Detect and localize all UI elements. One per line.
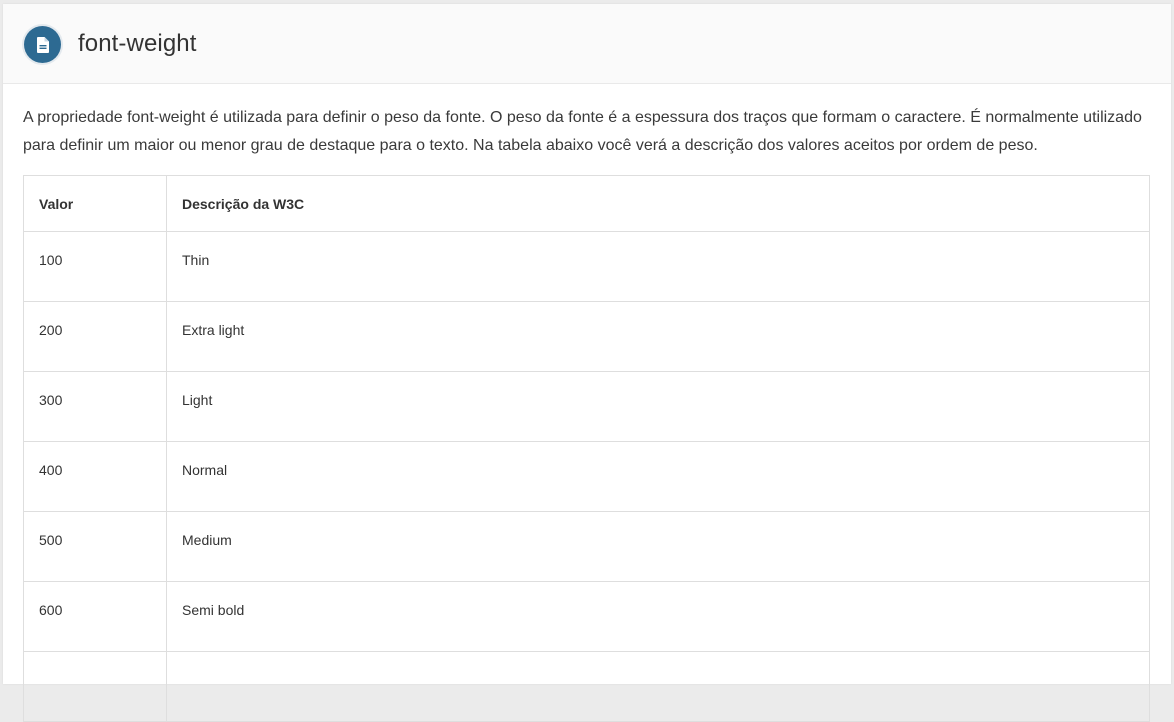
table-row: 500 Medium — [23, 511, 1150, 582]
table-row-partial — [23, 651, 1150, 722]
table-row: 600 Semi bold — [23, 581, 1150, 652]
cell-value: 400 — [23, 441, 167, 512]
cell-description: Normal — [166, 441, 1150, 512]
table-header-row: Valor Descrição da W3C — [23, 175, 1150, 232]
table-row: 400 Normal — [23, 441, 1150, 512]
cell-value: 600 — [23, 581, 167, 652]
cell-value: 300 — [23, 371, 167, 442]
cell-value: 100 — [23, 231, 167, 302]
card-header: font-weight — [3, 4, 1171, 84]
column-header-description: Descrição da W3C — [166, 175, 1150, 232]
document-icon — [24, 26, 61, 63]
cell-value — [23, 651, 167, 722]
cell-description: Semi bold — [166, 581, 1150, 652]
intro-paragraph: A propriedade font-weight é utilizada pa… — [23, 109, 1142, 154]
content-card: font-weight A propriedade font-weight é … — [3, 4, 1171, 722]
card-body: A propriedade font-weight é utilizada pa… — [3, 84, 1171, 722]
cell-description: Light — [166, 371, 1150, 442]
cell-description: Extra light — [166, 301, 1150, 372]
cell-value: 500 — [23, 511, 167, 582]
cell-description — [166, 651, 1150, 722]
table-row: 200 Extra light — [23, 301, 1150, 372]
table-row: 100 Thin — [23, 231, 1150, 302]
cell-description: Medium — [166, 511, 1150, 582]
cell-value: 200 — [23, 301, 167, 372]
cell-description: Thin — [166, 231, 1150, 302]
column-header-value: Valor — [23, 175, 167, 232]
font-weight-table: Valor Descrição da W3C 100 Thin 200 Extr… — [23, 175, 1150, 722]
table-row: 300 Light — [23, 371, 1150, 442]
page-title: font-weight — [78, 30, 197, 57]
